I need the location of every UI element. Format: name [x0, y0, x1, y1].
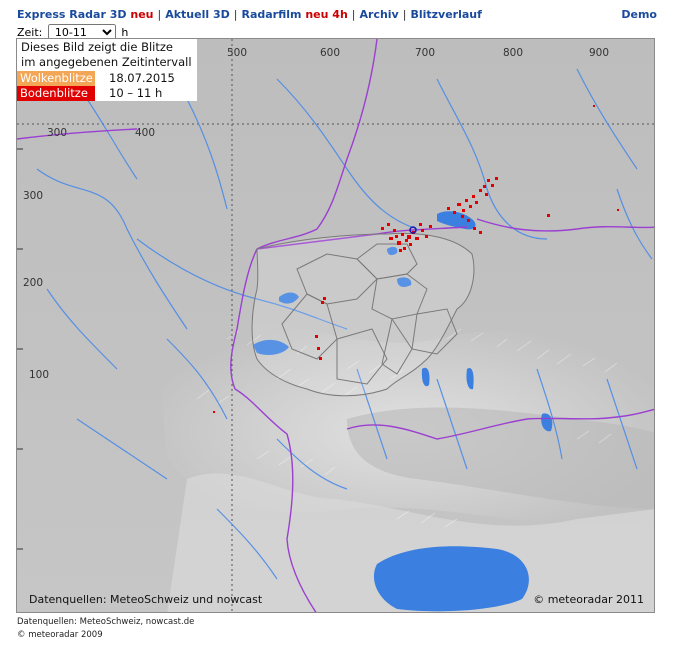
nav-blitzverlauf[interactable]: Blitzverlauf — [410, 8, 481, 21]
grid-label-inner-400: 400 — [135, 127, 156, 139]
legend-row-bodenblitze: Bodenblitze 10 – 11 h — [17, 86, 197, 101]
grid-label-top-600: 600 — [320, 47, 341, 59]
legend-info-line2: im angegebenen Zeitintervall — [21, 55, 192, 69]
grid-label-left-100: 100 — [29, 369, 50, 381]
map-source-caption: Datenquellen: MeteoSchweiz und nowcast — [29, 593, 263, 606]
lightning-map[interactable]: 500 600 700 800 900 300 200 100 300 400 … — [16, 38, 655, 613]
grid-label-top-800: 800 — [503, 47, 524, 59]
nav-separator: | — [157, 8, 162, 21]
legend-row-wolkenblitze: Wolkenblitze 18.07.2015 — [17, 71, 197, 86]
nav-demo[interactable]: Demo — [621, 8, 657, 21]
grid-label-top-500: 500 — [227, 47, 248, 59]
nav-archiv[interactable]: Archiv — [360, 8, 399, 21]
grid-label-top-900: 900 — [589, 47, 610, 59]
bodenblitze-swatch: Bodenblitze — [17, 86, 95, 101]
grid-label-top-700: 700 — [415, 47, 436, 59]
map-legend: Dieses Bild zeigt die Blitze im angegebe… — [17, 39, 197, 101]
top-navigation: Express Radar 3D neu | Aktuell 3D | Radarfil… — [17, 8, 657, 22]
legend-time-range: 10 – 11 h — [109, 86, 163, 100]
footer-source: Datenquellen: MeteoSchweiz, nowcast.de — [17, 617, 195, 627]
nav-express-radar-3d[interactable]: Express Radar 3D neu — [17, 8, 154, 21]
wolkenblitze-swatch: Wolkenblitze — [17, 71, 95, 86]
map-copyright: © meteoradar 2011 — [533, 593, 644, 606]
grid-label-left-300: 300 — [23, 190, 44, 202]
nav-radarfilm[interactable]: Radarfilm neu 4h — [241, 8, 347, 21]
nav-separator: | — [402, 8, 407, 21]
grid-label-left-200: 200 — [23, 277, 44, 289]
nav-aktuell-3d[interactable]: Aktuell 3D — [165, 8, 230, 21]
nav-separator: | — [351, 8, 356, 21]
footer-copyright: © meteoradar 2009 — [17, 630, 103, 640]
relief-map-svg — [17, 39, 654, 612]
legend-date: 18.07.2015 — [109, 71, 175, 85]
grid-label-inner-300: 300 — [47, 127, 68, 139]
legend-info: Dieses Bild zeigt die Blitze im angegebe… — [17, 39, 197, 71]
ligurian-sea — [373, 546, 529, 612]
nav-separator: | — [233, 8, 238, 21]
legend-info-line1: Dieses Bild zeigt die Blitze — [21, 40, 173, 54]
